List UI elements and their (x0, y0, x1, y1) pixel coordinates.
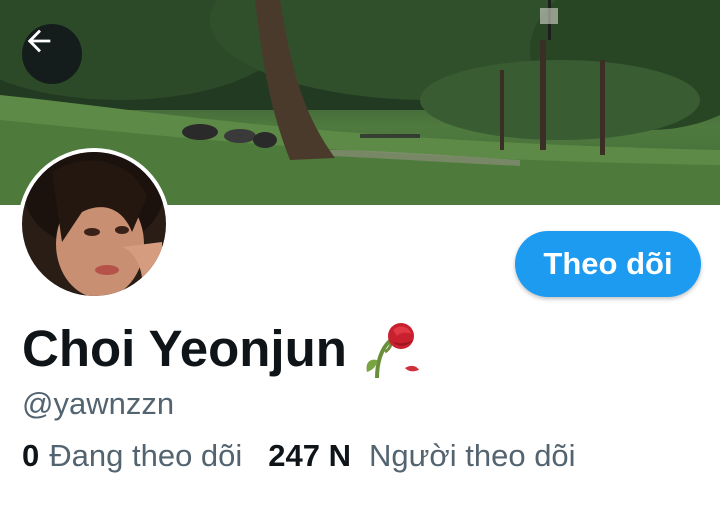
profile-handle: @yawnzzn (22, 386, 175, 421)
following-stat[interactable]: 0 Đang theo dõi (22, 438, 242, 474)
followers-count: 247 N (268, 438, 352, 473)
arrow-left-icon (27, 29, 51, 53)
followers-label: Người theo dõi (369, 438, 576, 473)
wilted-rose-icon (366, 323, 419, 379)
display-name: Choi Yeonjun (22, 320, 347, 377)
back-button[interactable] (22, 24, 82, 84)
followers-stat[interactable]: 247 N Người theo dõi (268, 438, 575, 474)
profile-avatar-image (22, 152, 166, 296)
profile-name-row: Choi Yeonjun (22, 318, 421, 380)
follow-button[interactable]: Theo dõi (515, 231, 701, 297)
following-label: Đang theo dõi (49, 438, 243, 473)
following-count: 0 (22, 438, 40, 473)
avatar[interactable] (18, 148, 170, 300)
profile-stats: 0 Đang theo dõi 247 N Người theo dõi (22, 438, 576, 474)
